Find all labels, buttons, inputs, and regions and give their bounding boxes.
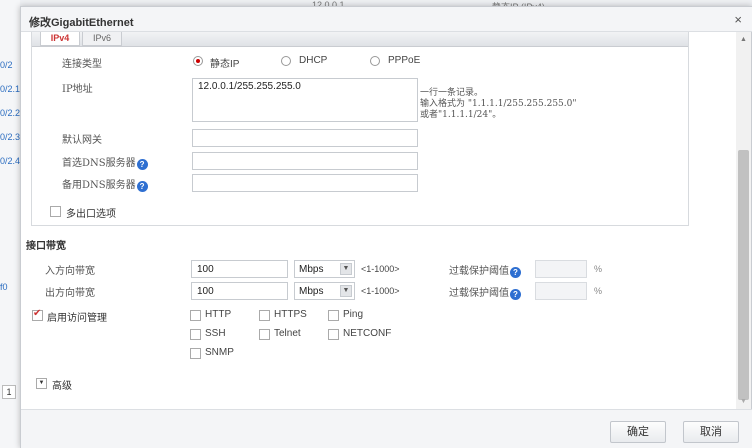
inbound-bandwidth-label: 入方向带宽 xyxy=(45,266,95,277)
ok-button[interactable]: 确定 xyxy=(610,421,666,443)
radio-dhcp-label[interactable]: DHCP xyxy=(299,55,327,66)
outbound-bandwidth-label: 出方向带宽 xyxy=(45,288,95,299)
background-page-number[interactable]: 1 xyxy=(2,385,16,399)
background-interface-link[interactable]: 0/2.1 xyxy=(0,84,20,94)
help-icon[interactable]: ? xyxy=(136,181,148,192)
dialog-titlebar: 修改GigabitEthernet × xyxy=(21,7,752,32)
outbound-unit-select[interactable]: Mbps ▼ xyxy=(294,282,355,300)
edit-interface-dialog: 修改GigabitEthernet × ▲ ▼ IPv4 IPv6 连接类型 静… xyxy=(20,6,752,448)
ip-settings-panel: IPv4 IPv6 连接类型 静态IP DHCP PPPoE IP地址 12.0… xyxy=(31,32,689,226)
background-interface-link[interactable]: 0/2.2 xyxy=(0,108,20,118)
netconf-label[interactable]: NETCONF xyxy=(343,328,391,339)
scroll-thumb[interactable] xyxy=(738,150,749,400)
cancel-button[interactable]: 取消 xyxy=(683,421,739,443)
access-mgmt-checkbox[interactable] xyxy=(32,308,43,321)
ssh-label[interactable]: SSH xyxy=(205,328,226,339)
outbound-protect-label-text: 过载保护阈值 xyxy=(449,288,509,299)
telnet-checkbox[interactable] xyxy=(259,329,270,340)
dns-primary-input[interactable] xyxy=(192,152,418,170)
inbound-protect-label: 过载保护阈值? xyxy=(449,262,521,278)
ssh-checkbox[interactable] xyxy=(190,329,201,340)
ip-address-hint: 一行一条记录。 输入格式为 "1.1.1.1/255.255.255.0" 或者… xyxy=(420,88,577,121)
advanced-expand-icon[interactable]: ▼ xyxy=(36,378,47,389)
connection-type-label: 连接类型 xyxy=(62,59,102,70)
inbound-protect-input[interactable] xyxy=(535,260,587,278)
telnet-label[interactable]: Telnet xyxy=(274,328,301,339)
http-checkbox[interactable] xyxy=(190,310,201,321)
inbound-range-hint: <1-1000> xyxy=(361,264,400,274)
background-left-panel: 0/2 0/2.1 0/2.2 0/2.3 0/2.4 f0 xyxy=(0,0,20,448)
background-interface-link[interactable]: 0/2 xyxy=(0,60,13,70)
dialog-title: 修改GigabitEthernet xyxy=(29,17,134,29)
scroll-up-arrow-icon[interactable]: ▲ xyxy=(736,32,751,47)
dns-secondary-label-text: 备用DNS服务器 xyxy=(62,180,136,191)
tab-ipv4[interactable]: IPv4 xyxy=(40,32,80,46)
dns-secondary-label: 备用DNS服务器? xyxy=(62,176,148,192)
http-label[interactable]: HTTP xyxy=(205,309,231,320)
snmp-label[interactable]: SNMP xyxy=(205,347,234,358)
radio-static-ip[interactable] xyxy=(193,56,203,66)
radio-pppoe-label[interactable]: PPPoE xyxy=(388,55,420,66)
outbound-bandwidth-input[interactable]: 100 xyxy=(191,282,288,300)
dialog-scrollbar[interactable]: ▲ ▼ xyxy=(736,32,751,409)
interface-bandwidth-title: 接口带宽 xyxy=(26,241,66,252)
outbound-protect-input[interactable] xyxy=(535,282,587,300)
outbound-percent-sign: % xyxy=(594,286,603,296)
close-icon[interactable]: × xyxy=(734,12,742,27)
snmp-checkbox[interactable] xyxy=(190,348,201,359)
help-icon[interactable]: ? xyxy=(510,267,521,278)
help-icon[interactable]: ? xyxy=(136,159,148,170)
https-checkbox[interactable] xyxy=(259,310,270,321)
outbound-range-hint: <1-1000> xyxy=(361,286,400,296)
ip-hint-line: 一行一条记录。 xyxy=(420,88,484,98)
radio-static-ip-label[interactable]: 静态IP xyxy=(210,55,239,70)
background-interface-link[interactable]: 0/2.4 xyxy=(0,156,20,166)
ip-hint-line: 或者"1.1.1.1/24"。 xyxy=(420,110,502,120)
chevron-down-icon[interactable]: ▼ xyxy=(340,285,352,297)
https-label[interactable]: HTTPS xyxy=(274,309,307,320)
ping-label[interactable]: Ping xyxy=(343,309,363,320)
ip-version-tabs: IPv4 IPv6 xyxy=(32,32,688,47)
multi-egress-checkbox[interactable] xyxy=(50,206,61,217)
outbound-unit-value: Mbps xyxy=(299,286,324,297)
access-mgmt-label[interactable]: 启用访问管理 xyxy=(47,309,107,324)
chevron-down-icon[interactable]: ▼ xyxy=(340,263,352,275)
dns-secondary-input[interactable] xyxy=(192,174,418,192)
inbound-protect-label-text: 过载保护阈值 xyxy=(449,266,509,277)
inbound-percent-sign: % xyxy=(594,264,603,274)
inbound-unit-select[interactable]: Mbps ▼ xyxy=(294,260,355,278)
outbound-protect-label: 过载保护阈值? xyxy=(449,284,521,300)
help-icon[interactable]: ? xyxy=(510,289,521,300)
dns-primary-label-text: 首选DNS服务器 xyxy=(62,158,136,169)
inbound-unit-value: Mbps xyxy=(299,264,324,275)
scroll-down-arrow-icon[interactable]: ▼ xyxy=(736,394,751,409)
gateway-input[interactable] xyxy=(192,129,418,147)
inbound-bandwidth-input[interactable]: 100 xyxy=(191,260,288,278)
radio-pppoe[interactable] xyxy=(370,56,380,66)
netconf-checkbox[interactable] xyxy=(328,329,339,340)
ip-address-textarea[interactable]: 12.0.0.1/255.255.255.0 xyxy=(192,78,418,122)
background-interface-link[interactable]: 0/2.3 xyxy=(0,132,20,142)
dialog-footer: 确定 取消 xyxy=(21,409,752,448)
ip-hint-line: 输入格式为 "1.1.1.1/255.255.255.0" xyxy=(420,99,577,109)
advanced-label[interactable]: 高级 xyxy=(52,377,72,392)
radio-dhcp[interactable] xyxy=(281,56,291,66)
ip-address-label: IP地址 xyxy=(62,84,93,95)
multi-egress-label[interactable]: 多出口选项 xyxy=(66,205,116,220)
dns-primary-label: 首选DNS服务器? xyxy=(62,154,148,170)
tab-ipv6[interactable]: IPv6 xyxy=(82,32,122,46)
background-interface-link[interactable]: f0 xyxy=(0,282,8,292)
ping-checkbox[interactable] xyxy=(328,310,339,321)
gateway-label: 默认网关 xyxy=(62,135,102,146)
